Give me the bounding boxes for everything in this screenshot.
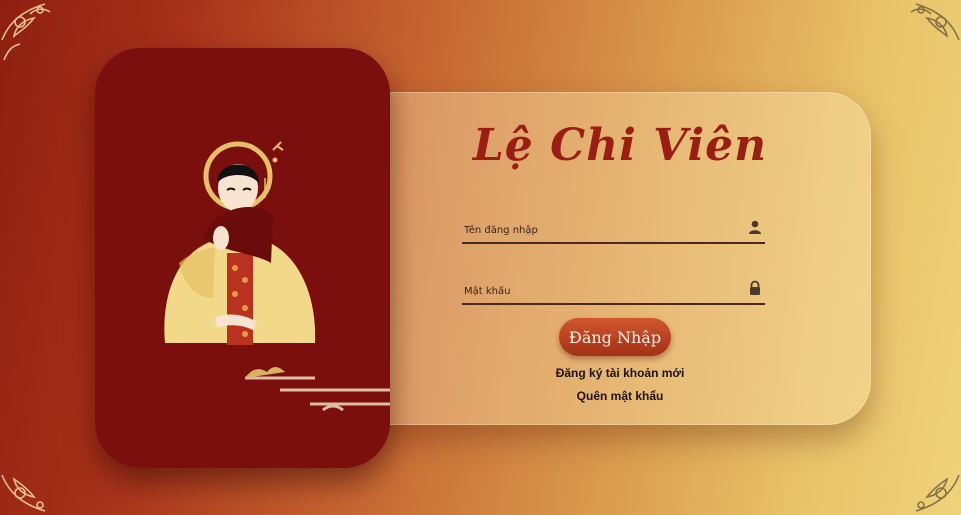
user-icon — [747, 219, 763, 235]
corner-ornament-top-left — [0, 0, 80, 80]
forgot-password-link[interactable]: Quên mật khẩu — [520, 389, 720, 403]
corner-ornament-bottom-left — [0, 435, 80, 515]
password-input[interactable] — [462, 281, 726, 301]
username-input[interactable] — [462, 220, 726, 240]
brand-title: Lệ Chi Viên — [472, 120, 768, 171]
corner-ornament-bottom-right — [881, 435, 961, 515]
illustration-panel — [95, 48, 390, 468]
lock-icon — [747, 280, 763, 296]
username-field-group — [462, 216, 765, 244]
register-link[interactable]: Đăng ký tài khoản mới — [520, 366, 720, 380]
corner-ornament-top-right — [881, 0, 961, 80]
login-button[interactable]: Đăng Nhập — [559, 318, 671, 356]
password-field-group — [462, 277, 765, 305]
lady-illustration — [164, 141, 390, 412]
